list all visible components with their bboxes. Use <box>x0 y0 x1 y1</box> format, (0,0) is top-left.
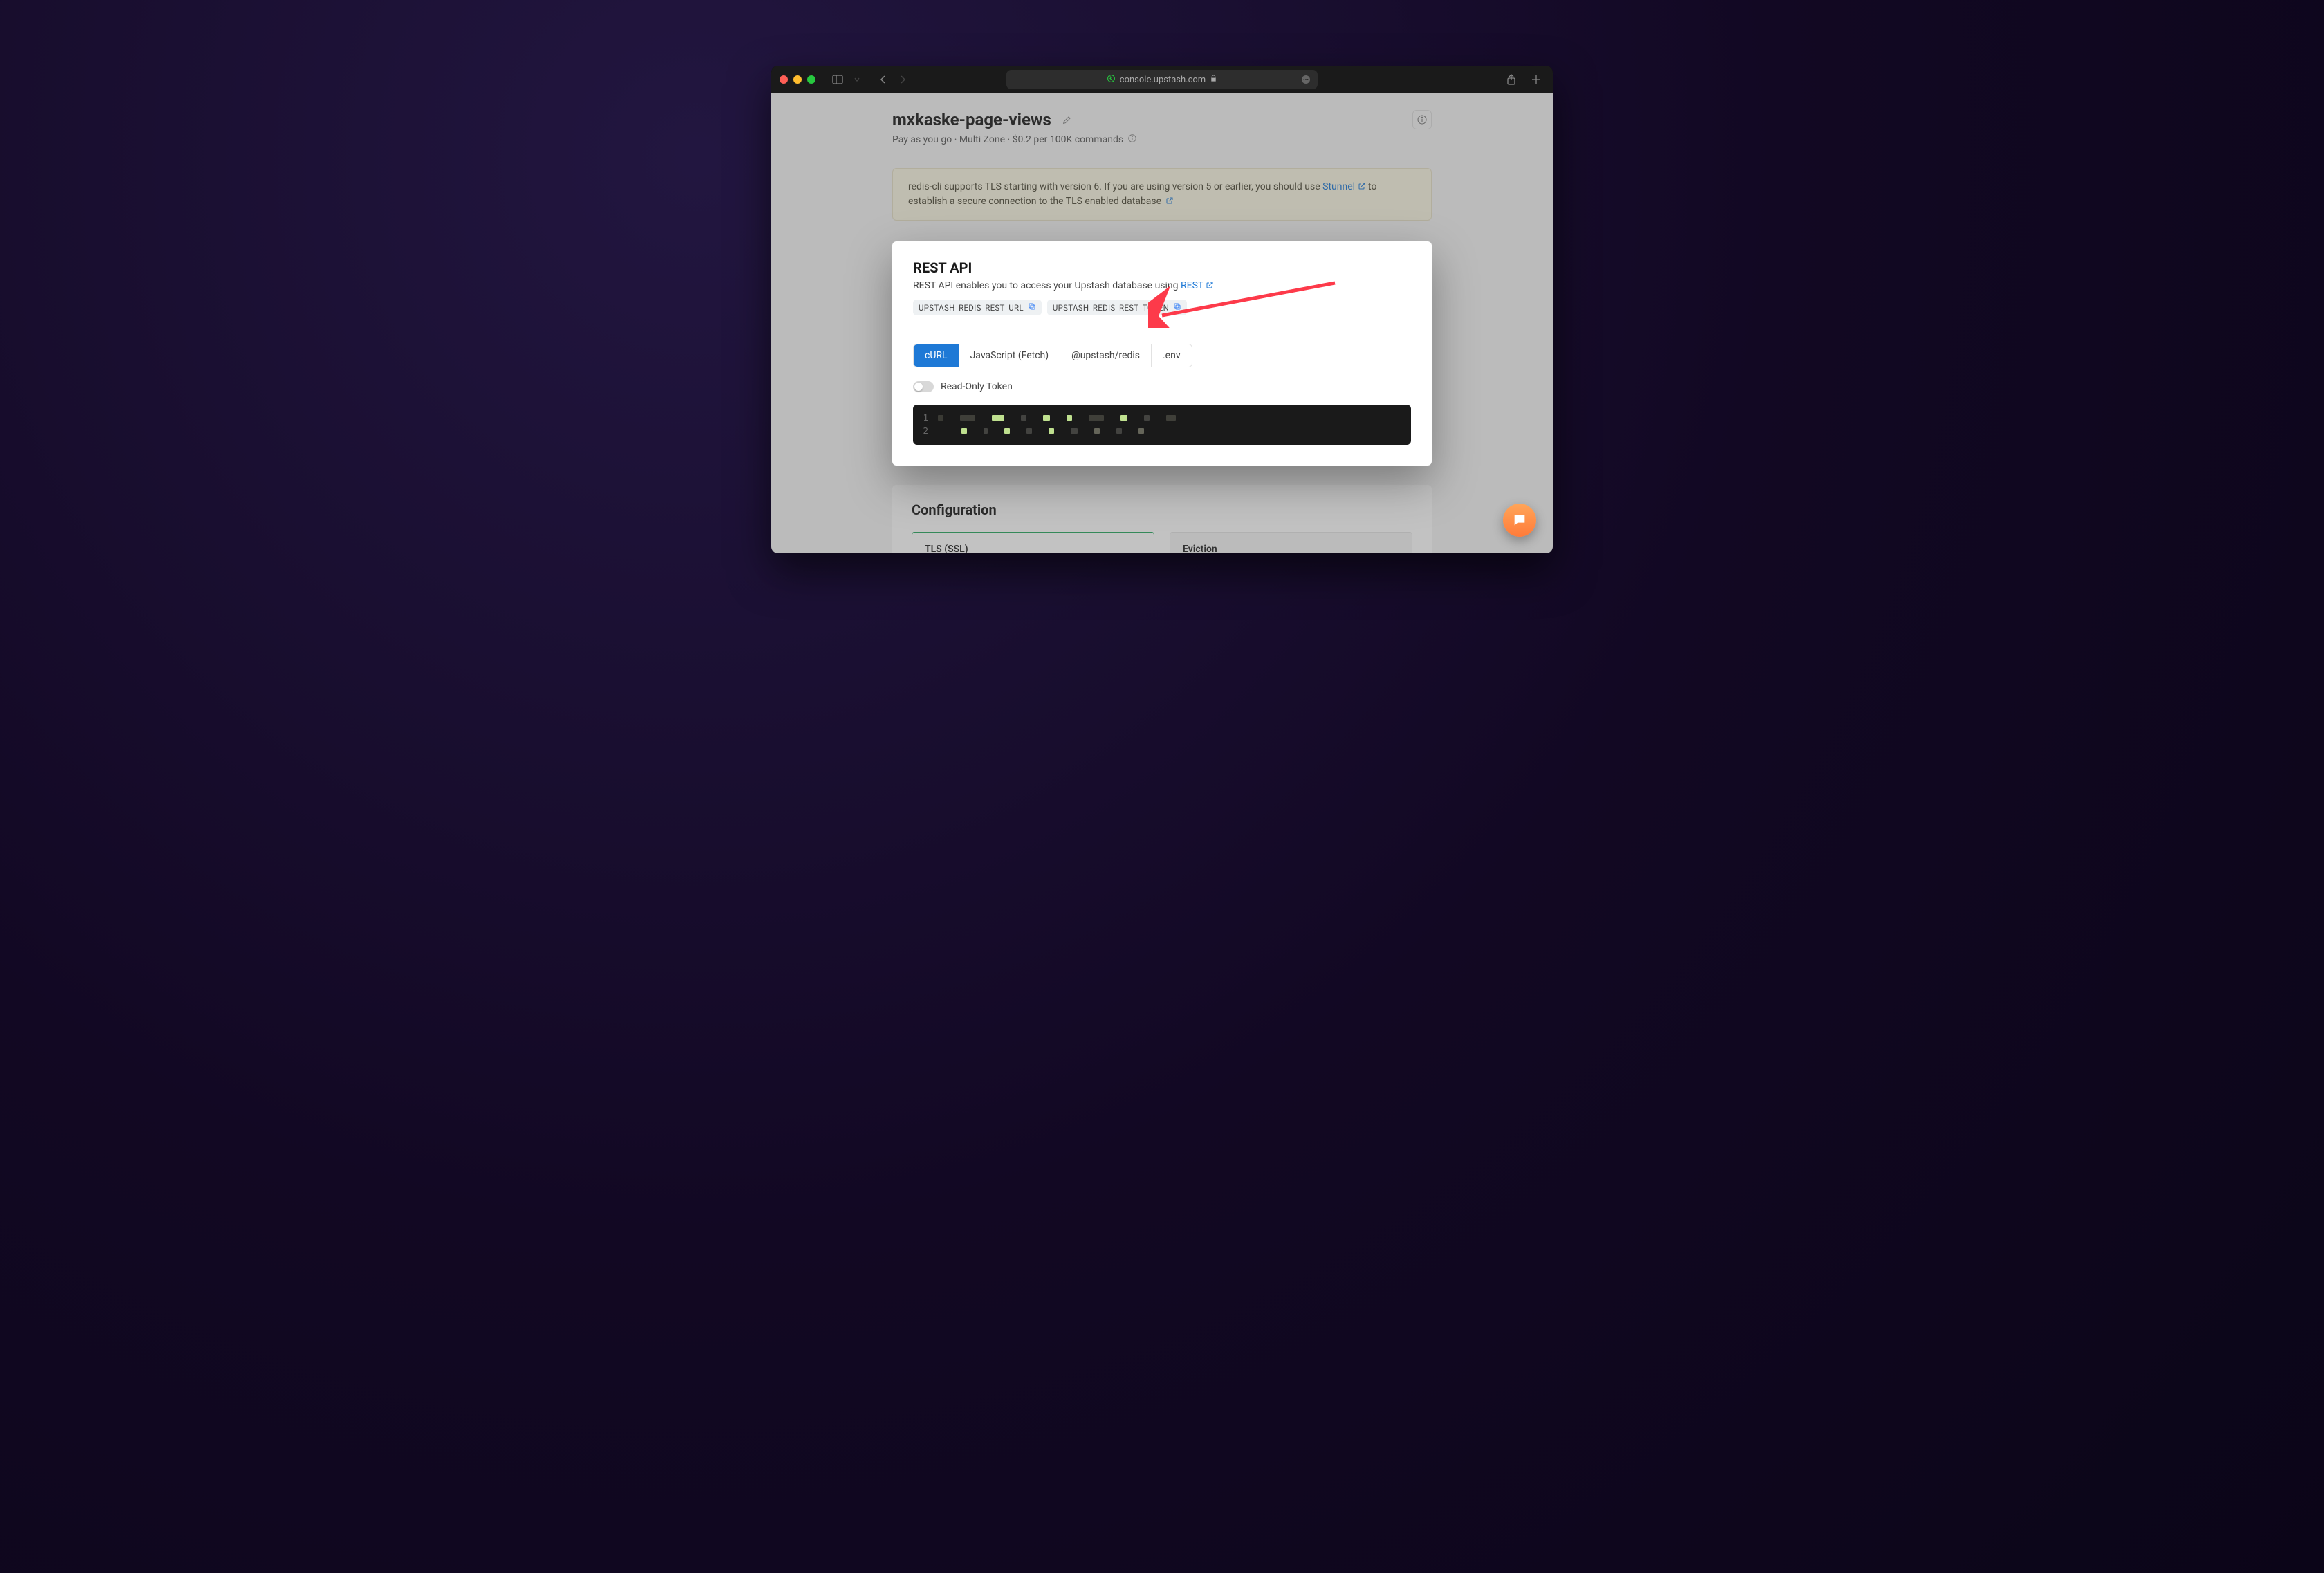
page-content: mxkaske-page-views Pay as you go · Multi… <box>771 93 1553 553</box>
code-lineno-2: 2 <box>921 425 928 438</box>
rest-api-desc: REST API enables you to access your Upst… <box>913 280 1181 291</box>
tab-curl[interactable]: cURL <box>914 344 959 367</box>
share-button[interactable] <box>1503 71 1520 88</box>
address-bar[interactable]: console.upstash.com <box>1006 70 1318 89</box>
configuration-title: Configuration <box>912 502 1412 518</box>
sidebar-toggle-button[interactable] <box>829 71 846 88</box>
readonly-token-toggle[interactable] <box>913 381 934 392</box>
rest-url-label: UPSTASH_REDIS_REST_URL <box>919 303 1024 313</box>
code-lineno-1: 1 <box>921 412 928 425</box>
database-subtitle: Pay as you go · Multi Zone · $0.2 per 10… <box>892 134 1123 145</box>
database-title: mxkaske-page-views <box>892 110 1051 129</box>
address-bar-host: console.upstash.com <box>1120 75 1206 85</box>
chat-fab-button[interactable] <box>1503 504 1536 537</box>
code-line-2-masked <box>938 425 1144 438</box>
readonly-token-label: Read-Only Token <box>941 381 1013 392</box>
rest-docs-link[interactable]: REST <box>1181 280 1214 291</box>
chevron-down-icon[interactable] <box>849 71 865 88</box>
config-eviction-box[interactable]: Eviction Enable eviction, to evict keys … <box>1170 532 1412 554</box>
alert-text-pre: redis-cli supports TLS starting with ver… <box>908 181 1322 192</box>
rest-token-badge[interactable]: UPSTASH_REDIS_REST_TOKEN <box>1047 300 1187 315</box>
rest-api-title: REST API <box>913 259 1411 276</box>
code-tabs: cURL JavaScript (Fetch) @upstash/redis .… <box>913 344 1192 367</box>
tab-env[interactable]: .env <box>1152 344 1192 367</box>
copy-icon <box>1173 302 1181 313</box>
code-sample[interactable]: 1 <box>913 405 1411 445</box>
lock-icon <box>1210 75 1217 85</box>
window-controls <box>780 75 815 84</box>
new-tab-button[interactable] <box>1528 71 1544 88</box>
page-info-button[interactable] <box>1412 110 1432 129</box>
tls-info-alert: redis-cli supports TLS starting with ver… <box>892 168 1432 221</box>
tab-upstash-redis[interactable]: @upstash/redis <box>1060 344 1152 367</box>
rest-token-label: UPSTASH_REDIS_REST_TOKEN <box>1053 303 1169 313</box>
browser-window: console.upstash.com mx <box>771 66 1553 553</box>
rest-url-badge[interactable]: UPSTASH_REDIS_REST_URL <box>913 300 1042 315</box>
stunnel-link[interactable]: Stunnel <box>1322 181 1365 192</box>
browser-viewport: mxkaske-page-views Pay as you go · Multi… <box>771 93 1553 553</box>
site-favicon-icon <box>1107 74 1116 86</box>
external-link-icon <box>1358 182 1366 190</box>
external-link-icon <box>1206 281 1214 289</box>
config-tls-title: TLS (SSL) <box>925 544 1141 554</box>
titlebar: console.upstash.com <box>771 66 1553 93</box>
window-close-button[interactable] <box>780 75 788 84</box>
rest-api-card: REST API REST API enables you to access … <box>892 241 1432 466</box>
edit-title-button[interactable] <box>1058 111 1076 129</box>
nav-forward-button[interactable] <box>894 71 911 88</box>
configuration-card: Configuration TLS (SSL) This option encr… <box>892 485 1432 554</box>
config-eviction-title: Eviction <box>1183 544 1399 554</box>
window-fullscreen-button[interactable] <box>807 75 815 84</box>
external-link-icon[interactable] <box>1165 196 1174 205</box>
code-line-1-masked <box>938 412 1176 425</box>
address-more-button[interactable] <box>1300 73 1312 86</box>
tab-javascript-fetch[interactable]: JavaScript (Fetch) <box>959 344 1061 367</box>
nav-back-button[interactable] <box>875 71 892 88</box>
window-minimize-button[interactable] <box>793 75 802 84</box>
config-tls-box[interactable]: TLS (SSL) This option encrypts the data … <box>912 532 1154 554</box>
copy-icon <box>1028 302 1036 313</box>
info-icon[interactable] <box>1127 134 1137 146</box>
page-header: mxkaske-page-views Pay as you go · Multi… <box>892 110 1432 146</box>
